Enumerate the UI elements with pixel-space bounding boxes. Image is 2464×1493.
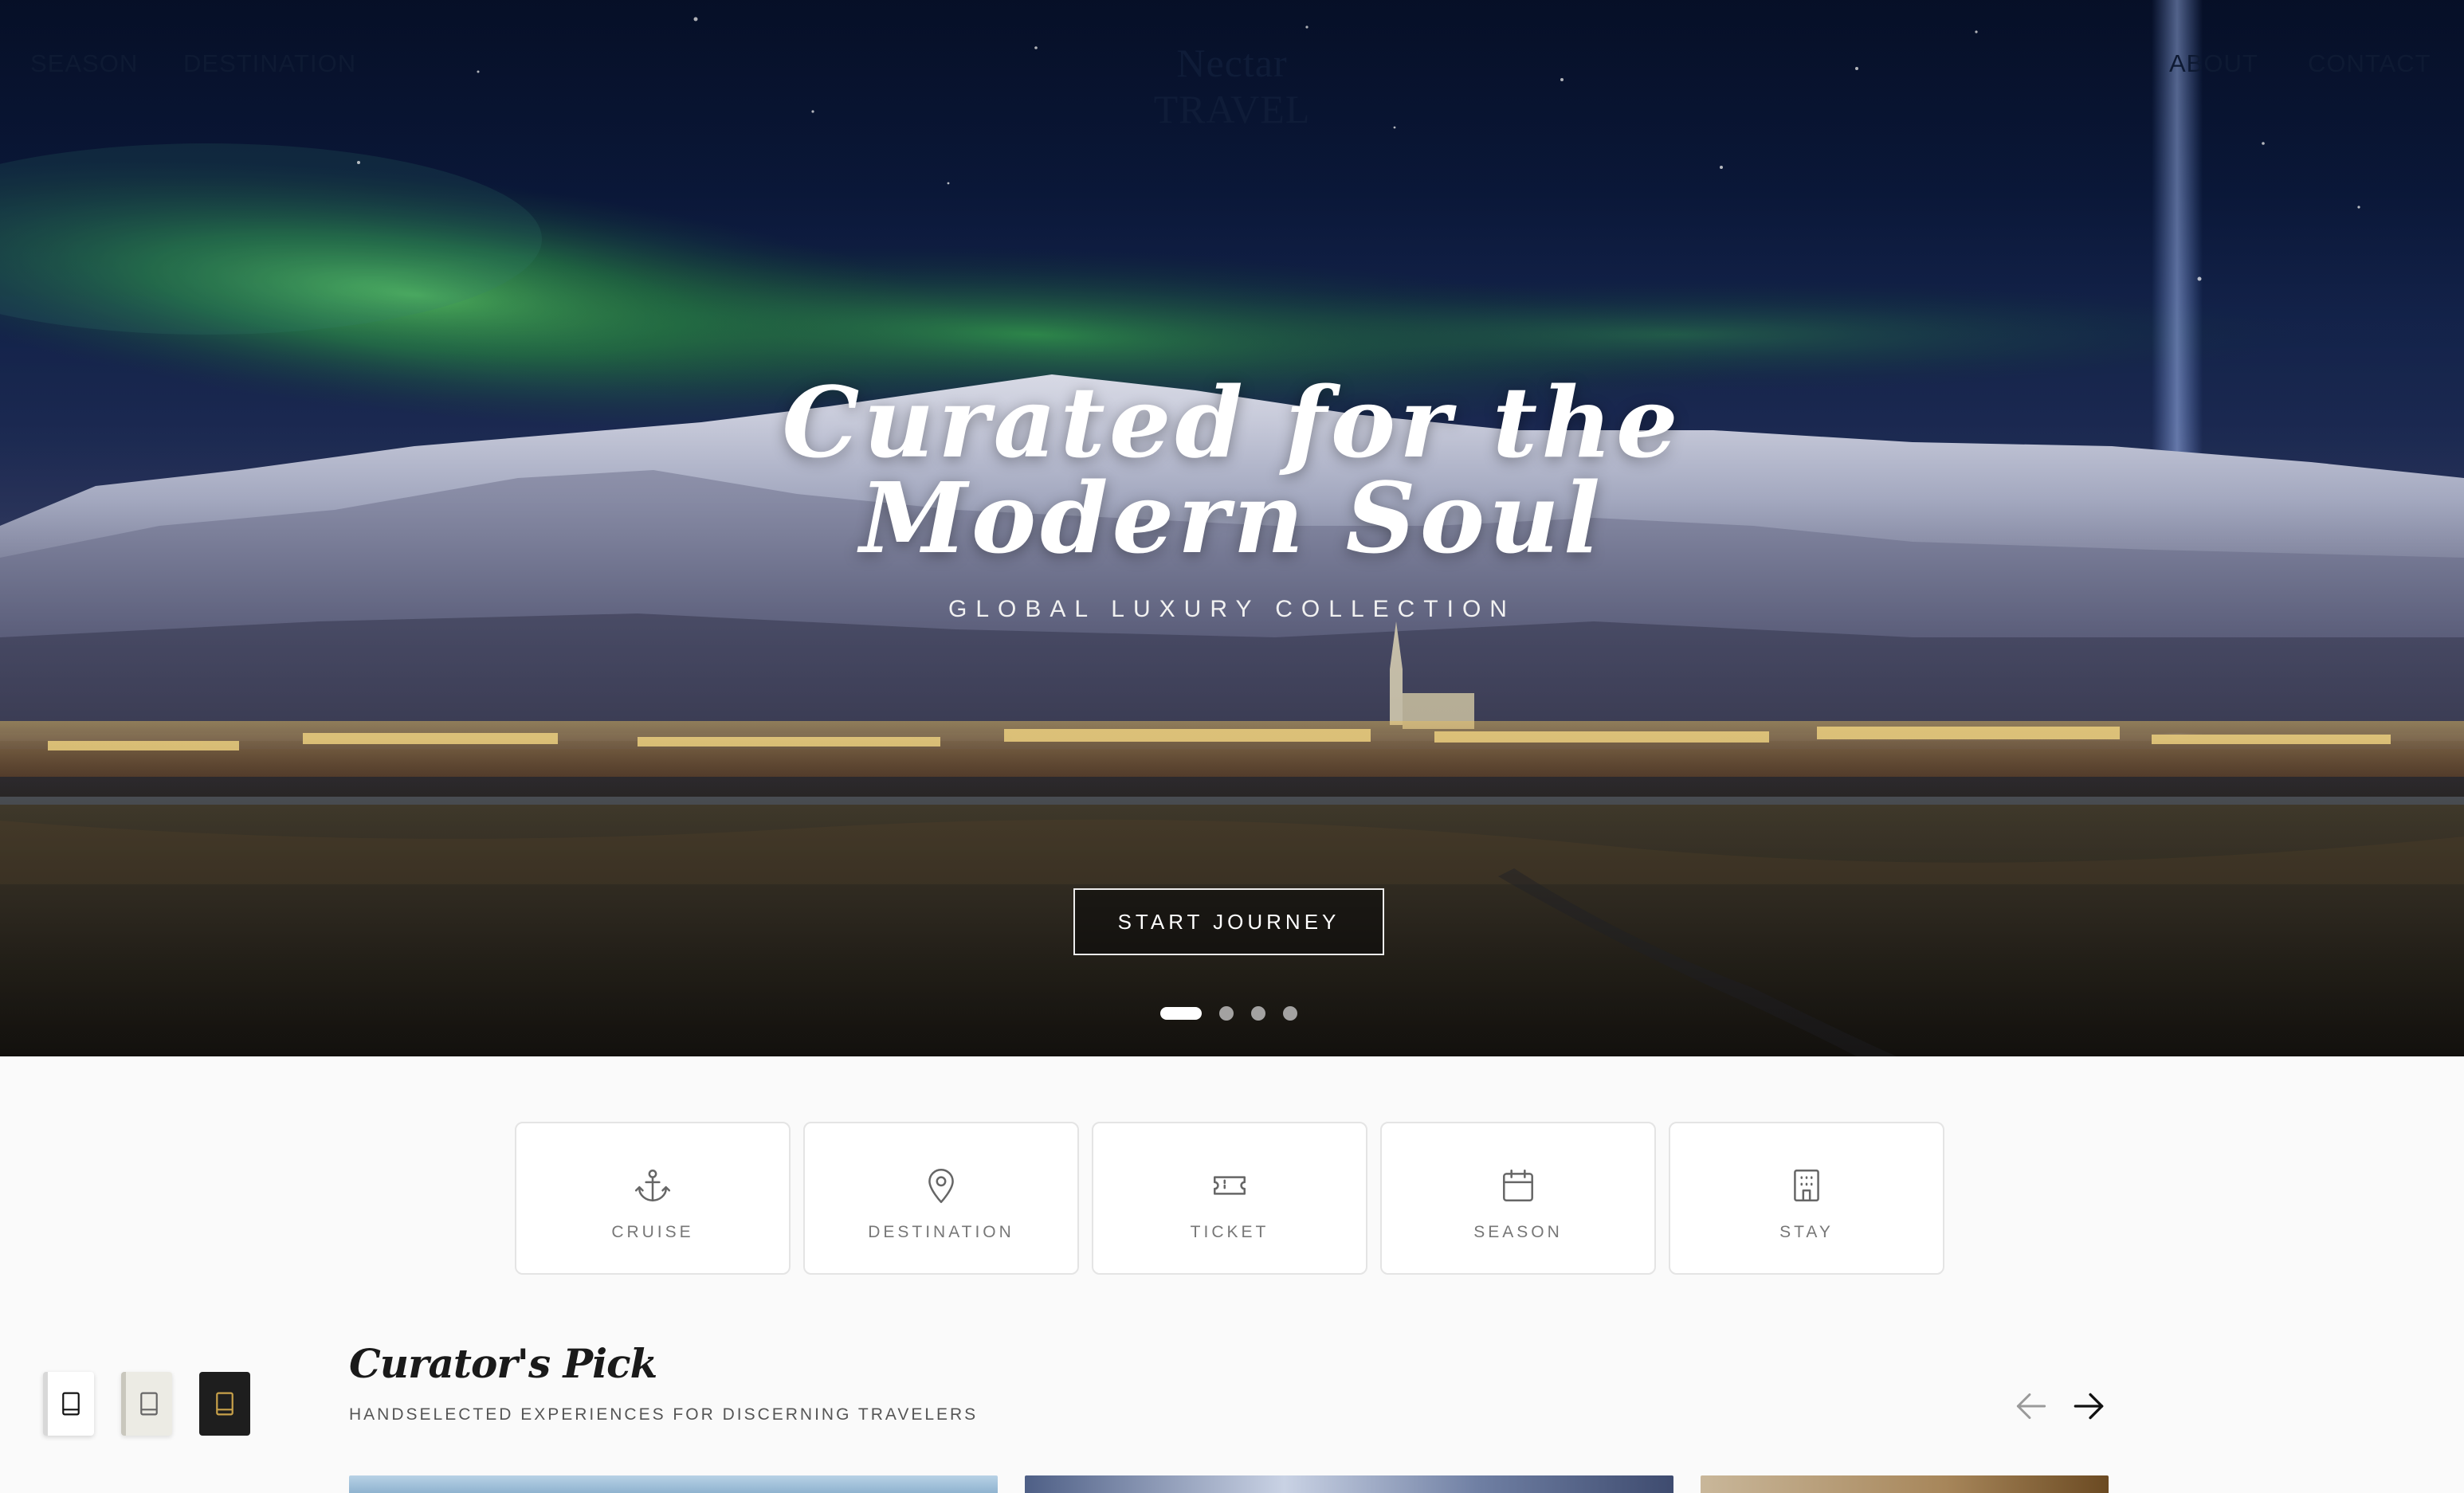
carousel-dot-2[interactable] [1219,1006,1234,1021]
category-bar: CRUISE DESTINATION TICKET SEASON STAY [515,1122,1944,1275]
category-cruise[interactable]: CRUISE [515,1122,791,1275]
brand-logo[interactable]: Nectar TRAVEL [1097,40,1367,132]
calendar-icon [1503,1170,1533,1201]
category-stay-label: STAY [1779,1223,1834,1241]
top-navigation: SEASON DESTINATION Nectar TRAVEL ABOUT C… [0,0,2464,131]
experience-card-image[interactable] [349,1475,998,1493]
nav-about-link[interactable]: ABOUT [2169,49,2258,78]
section-subtitle: HANDSELECTED EXPERIENCES FOR DISCERNING … [349,1405,979,1424]
category-season-label: SEASON [1473,1223,1563,1241]
ticket-icon [1214,1176,1246,1195]
map-pin-icon [928,1169,954,1204]
theme-switcher [43,1372,250,1436]
nav-contact-link[interactable]: CONTACT [2308,49,2431,78]
carousel-dot-1[interactable] [1160,1007,1202,1020]
category-stay[interactable]: STAY [1669,1122,1944,1275]
theme-paper-button[interactable] [121,1372,172,1436]
hero-title-line-2: Modern Soul [859,460,1605,575]
theme-dark-button[interactable] [199,1372,250,1436]
anchor-icon [634,1170,671,1201]
category-ticket[interactable]: TICKET [1092,1122,1367,1275]
category-ticket-label: TICKET [1190,1223,1269,1241]
category-season[interactable]: SEASON [1380,1122,1656,1275]
theme-light-button[interactable] [43,1372,94,1436]
hero-title: Curated for the Modern Soul [674,374,1790,566]
nav-destination-link[interactable]: DESTINATION [183,49,356,78]
nav-season-link[interactable]: SEASON [30,49,138,78]
carousel-dot-3[interactable] [1251,1006,1265,1021]
book-icon [140,1392,158,1416]
book-icon [216,1392,233,1416]
book-icon [62,1392,80,1416]
experience-card-image[interactable] [1025,1475,1673,1493]
hero-subtitle: GLOBAL LUXURY COLLECTION [948,596,1516,622]
category-destination[interactable]: DESTINATION [803,1122,1079,1275]
arrow-right-icon[interactable] [2069,1386,2109,1426]
start-journey-button[interactable]: START JOURNEY [1073,888,1384,955]
category-destination-label: DESTINATION [868,1223,1014,1241]
experience-card-image[interactable] [1701,1475,2109,1493]
carousel-dot-4[interactable] [1283,1006,1297,1021]
arrow-left-icon[interactable] [2011,1386,2051,1426]
hero-banner: SEASON DESTINATION Nectar TRAVEL ABOUT C… [0,0,2464,1056]
category-cruise-label: CRUISE [611,1223,694,1241]
building-icon [1794,1170,1819,1201]
carousel-indicators [1160,1005,1297,1021]
section-title: Curator's Pick [349,1340,657,1387]
